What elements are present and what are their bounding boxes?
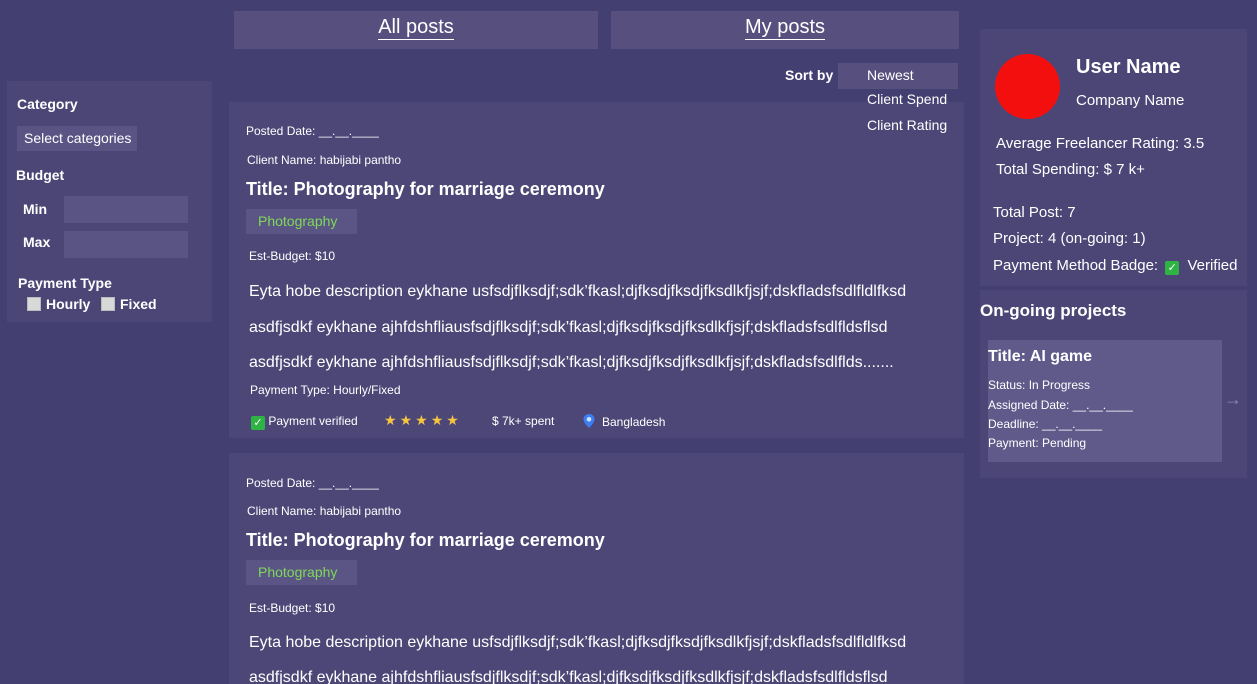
- sort-by-label: Sort by: [785, 67, 834, 83]
- project-deadline: Deadline: __.__.____: [988, 417, 1103, 431]
- total-post: Total Post: 7: [993, 204, 1076, 221]
- description-line: asdfjsdkf eykhane ajhfdshfliausfsdjflksd…: [249, 669, 888, 684]
- project-payment: Payment: Pending: [988, 436, 1087, 450]
- company-name: Company Name: [1076, 92, 1185, 109]
- est-budget: Est-Budget: $10: [249, 601, 336, 615]
- payment-type: Payment Type: Hourly/Fixed: [250, 383, 401, 397]
- client-location: Bangladesh: [582, 413, 665, 429]
- budget-min-input[interactable]: [64, 196, 188, 223]
- check-icon: ✓: [251, 416, 265, 430]
- post-card[interactable]: Posted Date: __.__.____ Client Name: hab…: [229, 453, 964, 684]
- budget-label: Budget: [16, 167, 65, 183]
- description-line: Eyta hobe description eykhane usfsdjflks…: [249, 634, 907, 651]
- payment-verified: ✓ Payment verified: [251, 414, 358, 430]
- fixed-checkbox[interactable]: [101, 297, 115, 311]
- hourly-label: Hourly: [46, 296, 91, 312]
- posted-date: Posted Date: __.__.____: [246, 476, 379, 490]
- post-title[interactable]: Title: Photography for marriage ceremony: [246, 530, 605, 551]
- category-tag[interactable]: Photography: [246, 209, 357, 234]
- payment-badge-label: Payment Method Badge:: [993, 257, 1159, 274]
- filter-panel: Category Select categories Budget Min Ma…: [7, 81, 212, 322]
- total-spending: Total Spending: $ 7 k+: [996, 161, 1145, 178]
- client-name: Client Name: habijabi pantho: [247, 153, 402, 167]
- project-count: Project: 4 (on-going: 1): [993, 230, 1146, 247]
- star-icon: ★: [384, 412, 397, 428]
- category-label: Category: [17, 96, 78, 112]
- client-spent: $ 7k+ spent: [492, 414, 555, 428]
- star-icon: ★: [446, 412, 459, 428]
- post-title[interactable]: Title: Photography for marriage ceremony: [246, 179, 605, 200]
- ongoing-projects-panel: On-going projects Title: AI game Status:…: [980, 290, 1247, 478]
- category-tag[interactable]: Photography: [246, 560, 357, 585]
- client-rating: ★ ★ ★ ★ ★: [384, 412, 462, 429]
- sort-option-client-rating[interactable]: Client Rating: [867, 117, 947, 133]
- sort-option-newest[interactable]: Newest: [867, 67, 914, 83]
- post-card[interactable]: Posted Date: __.__.____ Client Name: hab…: [229, 102, 964, 438]
- star-icon: ★: [399, 412, 413, 428]
- description-line: asdfjsdkf eykhane ajhfdshfliausfsdjflksd…: [249, 354, 894, 371]
- tab-my-posts[interactable]: My posts: [611, 11, 959, 49]
- project-status: Status: In Progress: [988, 378, 1091, 392]
- select-categories-button[interactable]: Select categories: [17, 126, 137, 151]
- check-icon: ✓: [1165, 261, 1180, 275]
- budget-max-input[interactable]: [64, 231, 188, 258]
- arrow-right-icon[interactable]: →: [1224, 389, 1242, 410]
- client-name: Client Name: habijabi pantho: [247, 504, 402, 518]
- payment-verified-label: Payment verified: [268, 414, 358, 428]
- ongoing-project-card[interactable]: Title: AI game Status: In Progress Assig…: [988, 340, 1222, 462]
- tab-all-posts[interactable]: All posts: [234, 11, 598, 49]
- profile-panel: User Name Company Name Average Freelance…: [980, 29, 1247, 286]
- tab-my-posts-label: My posts: [744, 16, 826, 40]
- star-icon: ★: [430, 412, 444, 428]
- max-label: Max: [23, 234, 51, 250]
- hourly-checkbox[interactable]: [27, 297, 41, 311]
- tab-all-posts-label: All posts: [378, 16, 454, 40]
- average-rating: Average Freelancer Rating: 3.5: [996, 135, 1205, 152]
- payment-method-badge: Payment Method Badge: ✓ Verified: [993, 257, 1238, 275]
- star-icon: ★: [415, 412, 428, 428]
- project-assigned-date: Assigned Date: __.__.____: [988, 398, 1133, 412]
- location-label: Bangladesh: [602, 415, 666, 429]
- location-pin-icon: [583, 414, 595, 428]
- posted-date: Posted Date: __.__.____: [246, 124, 379, 138]
- description-line: asdfjsdkf eykhane ajhfdshfliausfsdjflksd…: [249, 319, 888, 336]
- description-line: Eyta hobe description eykhane usfsdjflks…: [249, 283, 907, 300]
- ongoing-heading: On-going projects: [980, 301, 1127, 320]
- fixed-label: Fixed: [120, 296, 157, 312]
- sort-option-client-spend[interactable]: Client Spend: [867, 91, 947, 107]
- user-name: User Name: [1076, 56, 1181, 78]
- project-title: Title: AI game: [988, 348, 1093, 365]
- est-budget: Est-Budget: $10: [249, 249, 336, 263]
- payment-type-label: Payment Type: [18, 275, 112, 291]
- min-label: Min: [23, 201, 48, 217]
- payment-badge-value: Verified: [1187, 257, 1238, 274]
- avatar[interactable]: [995, 54, 1060, 119]
